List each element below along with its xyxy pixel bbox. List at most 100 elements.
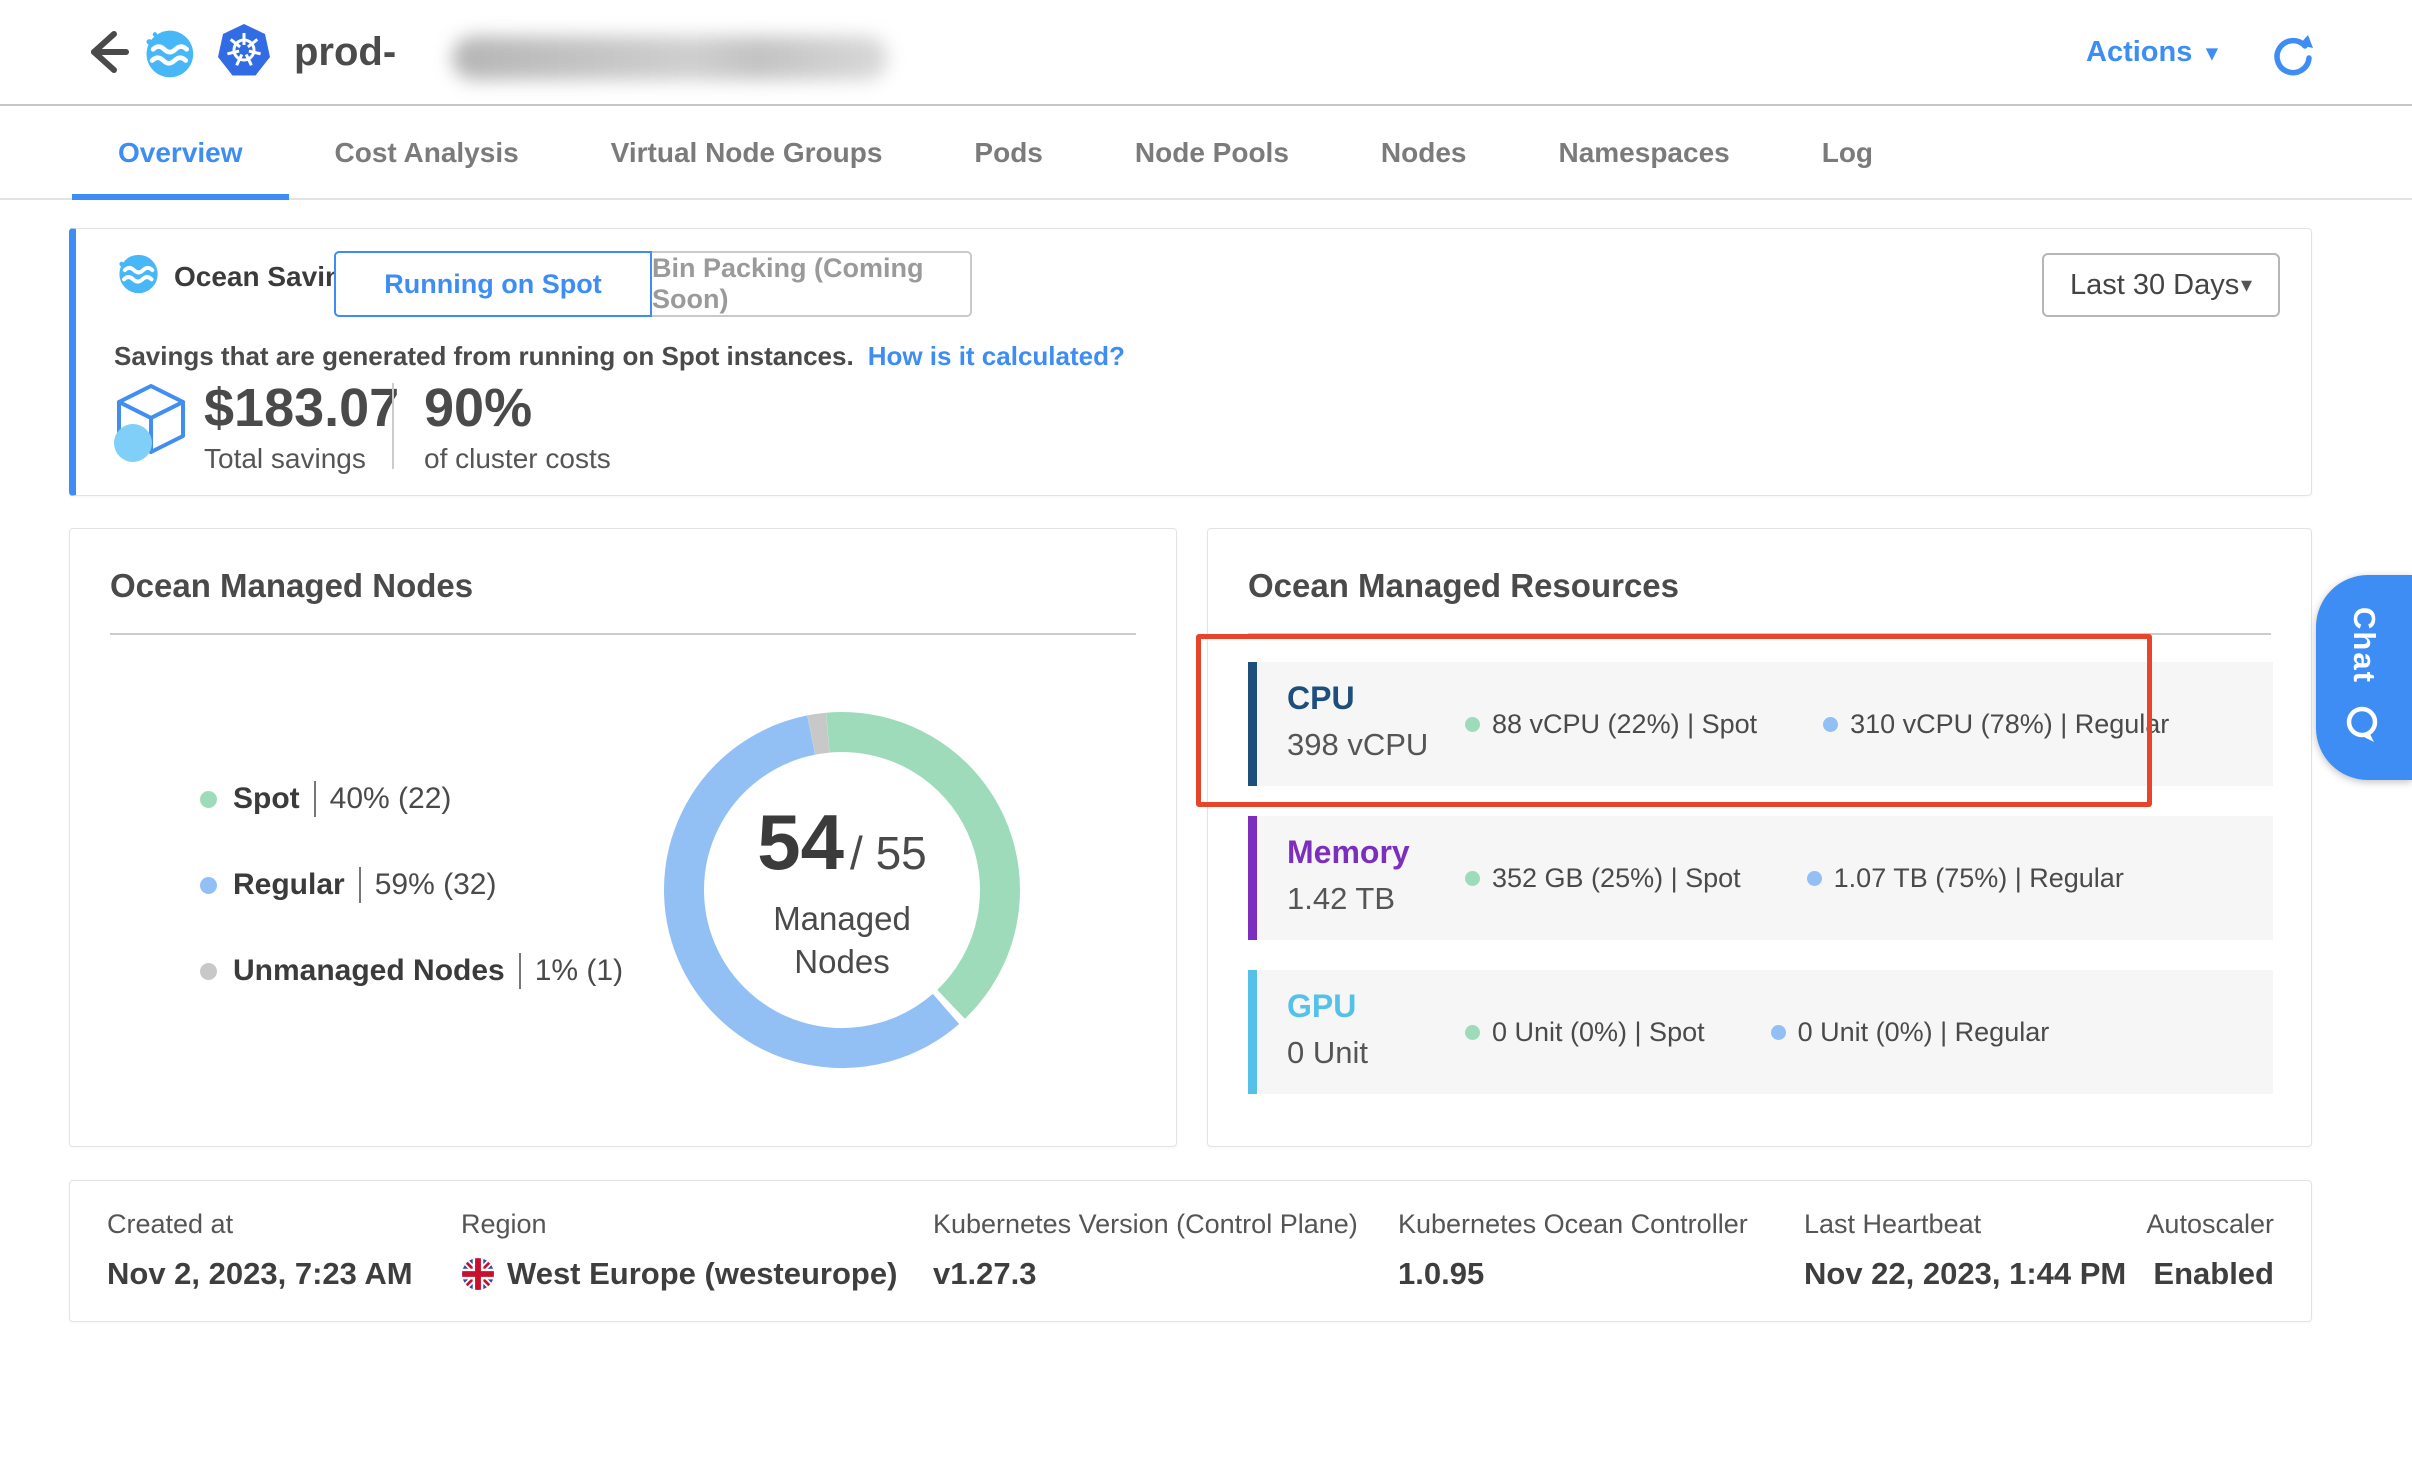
spot-dot-icon — [200, 791, 217, 808]
regular-dot-icon — [200, 877, 217, 894]
nodes-card-title: Ocean Managed Nodes — [110, 567, 473, 605]
tab-node-pools[interactable]: Node Pools — [1089, 108, 1335, 198]
gpu-regular-stat: 0 Unit (0%) | Regular — [1771, 1017, 2050, 1048]
cluster-info-bar: Created at Nov 2, 2023, 7:23 AM Region W… — [69, 1180, 2312, 1322]
unmanaged-dot-icon — [200, 963, 217, 980]
legend-item-unmanaged: Unmanaged Nodes 1% (1) — [200, 953, 623, 989]
ocean-logo-icon — [140, 26, 196, 82]
savings-description: Savings that are generated from running … — [114, 341, 854, 372]
managed-nodes-card: Ocean Managed Nodes Spot 40% (22) Regula… — [69, 528, 1177, 1147]
period-dropdown[interactable]: Last 30 Days ▾ — [2042, 253, 2280, 317]
legend-label: Regular — [233, 868, 345, 902]
memory-total: 1.42 TB — [1287, 881, 1465, 917]
info-label: Kubernetes Ocean Controller — [1398, 1209, 1748, 1240]
spot-dot-icon — [1465, 717, 1480, 732]
tab-nodes[interactable]: Nodes — [1335, 108, 1513, 198]
vertical-divider — [392, 383, 394, 469]
chat-label: Chat — [2346, 607, 2382, 684]
tab-log[interactable]: Log — [1776, 108, 1919, 198]
gpu-stats: 0 Unit (0%) | Spot 0 Unit (0%) | Regular — [1465, 970, 2049, 1094]
cpu-name: CPU — [1287, 680, 1465, 717]
regular-dot-icon — [1771, 1025, 1786, 1040]
total-count: / 55 — [850, 826, 927, 880]
memory-name: Memory — [1287, 834, 1465, 871]
info-value: Nov 2, 2023, 7:23 AM — [107, 1256, 413, 1292]
legend-value: 59% (32) — [375, 868, 497, 902]
info-value: Nov 22, 2023, 1:44 PM — [1804, 1256, 2126, 1292]
memory-spot-stat: 352 GB (25%) | Spot — [1465, 863, 1741, 894]
resource-row-cpu: CPU 398 vCPU 88 vCPU (22%) | Spot 310 vC… — [1248, 662, 2273, 786]
tab-label: Pods — [974, 137, 1042, 169]
memory-accent-bar — [1248, 816, 1257, 940]
page: { "colors": { "accent_blue": "#3D8DF5", … — [0, 0, 2412, 1478]
info-label: Autoscaler — [2146, 1209, 2274, 1240]
gpu-accent-bar — [1248, 970, 1257, 1094]
stat-text: 1.07 TB (75%) | Regular — [1834, 863, 2124, 894]
period-value: Last 30 Days — [2070, 269, 2239, 302]
chat-button[interactable]: Chat — [2316, 575, 2412, 780]
tab-label: Cost Analysis — [335, 137, 519, 169]
info-k8s-version: Kubernetes Version (Control Plane) v1.27… — [933, 1209, 1358, 1292]
managed-count: 54 — [757, 797, 844, 888]
back-arrow-icon[interactable] — [80, 24, 136, 80]
managed-nodes-donut-chart: 54 / 55 Managed Nodes — [652, 700, 1032, 1080]
divider — [110, 633, 1136, 635]
percent-value: 90% — [424, 377, 532, 439]
legend-separator — [314, 781, 316, 817]
info-label: Region — [461, 1209, 897, 1240]
info-created-at: Created at Nov 2, 2023, 7:23 AM — [107, 1209, 413, 1292]
savings-cube-icon — [112, 381, 190, 467]
legend-value: 1% (1) — [535, 954, 623, 988]
bin-packing-button[interactable]: Bin Packing (Coming Soon) — [652, 251, 972, 317]
uk-flag-icon — [461, 1257, 495, 1291]
tab-label: Log — [1822, 137, 1873, 169]
tab-label: Namespaces — [1558, 137, 1729, 169]
stat-text: 352 GB (25%) | Spot — [1492, 863, 1741, 894]
donut-center-label: Managed Nodes — [737, 898, 947, 984]
total-savings-value: $183.07 — [204, 377, 399, 439]
donut-center-text: 54 / 55 Managed Nodes — [652, 700, 1032, 1080]
resource-row-memory: Memory 1.42 TB 352 GB (25%) | Spot 1.07 … — [1248, 816, 2273, 940]
regular-dot-icon — [1823, 717, 1838, 732]
total-savings-label: Total savings — [204, 443, 366, 475]
cluster-title: prod- — [294, 30, 396, 75]
tab-overview[interactable]: Overview — [72, 108, 289, 198]
info-value: v1.27.3 — [933, 1256, 1358, 1292]
legend-separator — [359, 867, 361, 903]
memory-stats: 352 GB (25%) | Spot 1.07 TB (75%) | Regu… — [1465, 816, 2124, 940]
refresh-icon[interactable] — [2270, 32, 2316, 78]
cpu-regular-stat: 310 vCPU (78%) | Regular — [1823, 709, 2169, 740]
cpu-accent-bar — [1248, 662, 1257, 786]
tab-virtual-node-groups[interactable]: Virtual Node Groups — [565, 108, 929, 198]
cpu-total: 398 vCPU — [1287, 727, 1465, 763]
chevron-down-icon: ▾ — [2206, 40, 2217, 66]
info-autoscaler: Autoscaler Enabled — [2146, 1209, 2274, 1292]
tab-cost-analysis[interactable]: Cost Analysis — [289, 108, 565, 198]
ocean-savings-card: Ocean Savings: Running on Spot Bin Packi… — [69, 228, 2312, 496]
resources-card-title: Ocean Managed Resources — [1248, 567, 1679, 605]
chevron-down-icon: ▾ — [2241, 272, 2252, 298]
info-label: Kubernetes Version (Control Plane) — [933, 1209, 1358, 1240]
info-value: West Europe (westeurope) — [461, 1256, 897, 1292]
gpu-spot-stat: 0 Unit (0%) | Spot — [1465, 1017, 1705, 1048]
legend-value: 40% (22) — [330, 782, 452, 816]
tab-label: Node Pools — [1135, 137, 1289, 169]
resource-rows: CPU 398 vCPU 88 vCPU (22%) | Spot 310 vC… — [1248, 662, 2273, 1124]
regular-dot-icon — [1807, 871, 1822, 886]
info-last-heartbeat: Last Heartbeat Nov 22, 2023, 1:44 PM — [1804, 1209, 2126, 1292]
memory-regular-stat: 1.07 TB (75%) | Regular — [1807, 863, 2124, 894]
info-value: Enabled — [2146, 1256, 2274, 1292]
how-calculated-link[interactable]: How is it calculated? — [868, 341, 1125, 372]
running-on-spot-button[interactable]: Running on Spot — [334, 251, 652, 317]
tab-namespaces[interactable]: Namespaces — [1512, 108, 1775, 198]
tab-pods[interactable]: Pods — [928, 108, 1088, 198]
legend-item-regular: Regular 59% (32) — [200, 867, 623, 903]
actions-button[interactable]: Actions ▾ — [2086, 36, 2217, 69]
chat-bubble-icon — [2343, 704, 2385, 748]
kubernetes-logo-icon — [214, 22, 274, 82]
app-header: prod- Actions ▾ — [0, 0, 2412, 106]
gpu-name-block: GPU 0 Unit — [1287, 970, 1465, 1094]
spot-dot-icon — [1465, 871, 1480, 886]
cpu-stats: 88 vCPU (22%) | Spot 310 vCPU (78%) | Re… — [1465, 662, 2169, 786]
donut-legend: Spot 40% (22) Regular 59% (32) Unmanaged… — [200, 781, 623, 989]
